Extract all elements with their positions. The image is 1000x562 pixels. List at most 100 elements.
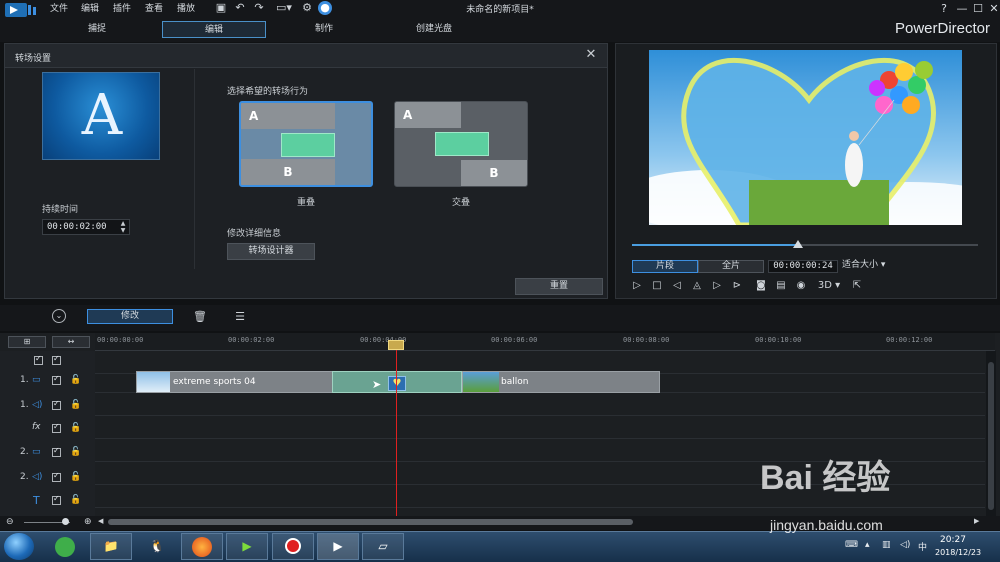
transition-bar xyxy=(281,133,335,157)
timeline-view-icon[interactable]: ⊞ xyxy=(8,336,46,348)
horizontal-scroll-thumb[interactable] xyxy=(108,519,633,525)
preview-timecode[interactable]: 00:00:00:24 xyxy=(768,260,838,273)
scroll-right-icon[interactable]: ▶ xyxy=(974,517,979,525)
lock-icon[interactable]: 🔓 xyxy=(70,375,81,385)
scroll-left-icon[interactable]: ◀ xyxy=(98,517,103,525)
play-icon[interactable]: ▷ xyxy=(630,279,644,293)
fit-size-select[interactable]: 适合大小 ▾ xyxy=(842,260,902,273)
help-button[interactable]: ? xyxy=(936,1,952,17)
expand-toolbar-icon[interactable]: ⌄ xyxy=(52,309,66,323)
stop-icon[interactable]: □ xyxy=(650,279,664,293)
maximize-button[interactable]: ☐ xyxy=(970,1,986,17)
dialog-title-bar: 转场设置 ✕ xyxy=(5,44,607,68)
all-enable-checkbox[interactable] xyxy=(52,354,61,365)
transition-settings-dialog: 转场设置 ✕ A 持续时间 00:00:02:00 ▲ ▼ 选择希望的转场行为 A… xyxy=(4,43,608,299)
input-method-tray-icon[interactable]: 中 xyxy=(918,540,927,553)
mode-bar xyxy=(0,18,1000,42)
zoom-out-icon[interactable]: ⊖ xyxy=(6,517,14,527)
transition-heart-icon[interactable]: ♥ xyxy=(388,376,406,391)
clock-date[interactable]: 2018/12/23 xyxy=(935,548,981,557)
lock-icon[interactable]: 🔓 xyxy=(70,447,81,457)
scrub-progress xyxy=(632,244,798,246)
playhead[interactable] xyxy=(396,340,397,520)
transition-thumbnail: A xyxy=(42,72,160,160)
fit-timeline-icon[interactable]: ↔ xyxy=(52,336,90,348)
tab-edit[interactable]: 编辑 xyxy=(162,21,266,38)
tab-create-disc[interactable]: 创建光盘 xyxy=(382,21,486,38)
track-enable-checkbox[interactable] xyxy=(52,446,61,457)
modify-button[interactable]: 修改 xyxy=(87,309,173,324)
transition-bar xyxy=(435,132,489,156)
mark-in-icon[interactable]: ◬ xyxy=(690,279,704,293)
behavior-crossfade-option[interactable]: A B xyxy=(394,101,528,187)
ruler-tick: 00:00:00:00 xyxy=(97,336,144,344)
subtitle-icon[interactable]: ▤ xyxy=(774,279,788,293)
duration-spinner-icon[interactable]: ▲ ▼ xyxy=(117,220,129,234)
recorder-icon[interactable] xyxy=(272,533,314,560)
window-title: 未命名的新项目* xyxy=(466,5,534,15)
track-enable-checkbox[interactable] xyxy=(52,422,61,433)
preview-panel: 片段 全片 00:00:00:24 适合大小 ▾ ▷ □ ◁ ◬ ▷ ⊳ ◙ ▤… xyxy=(615,43,997,299)
lock-icon[interactable]: 🔓 xyxy=(70,400,81,410)
playhead-marker[interactable] xyxy=(388,340,404,350)
expand-tray-icon[interactable]: ▴ xyxy=(865,540,870,550)
clip-thumbnail xyxy=(137,372,170,392)
volume-icon[interactable]: ◉ xyxy=(794,279,808,293)
file-explorer-icon[interactable]: 📁 xyxy=(90,533,132,560)
lock-icon[interactable]: 🔓 xyxy=(70,472,81,482)
3d-mode-button[interactable]: 3D ▾ xyxy=(816,279,842,293)
transition-designer-button[interactable]: 转场设计器 xyxy=(227,243,315,260)
audio-track-icon: ◁) xyxy=(32,472,43,482)
zoom-slider-handle[interactable] xyxy=(62,518,69,525)
clip-mode-button[interactable]: 片段 xyxy=(632,260,698,273)
scrub-handle[interactable] xyxy=(793,240,803,248)
track-row xyxy=(95,416,985,439)
lock-icon[interactable]: 🔓 xyxy=(70,423,81,433)
ruler-tick: 00:00:08:00 xyxy=(623,336,670,344)
track-enable-checkbox[interactable] xyxy=(52,471,61,482)
movie-mode-button[interactable]: 全片 xyxy=(698,260,764,273)
behavior-overlap-option[interactable]: A B xyxy=(239,101,373,187)
media-app-icon[interactable]: ▶ xyxy=(226,533,268,560)
next-frame-icon[interactable]: ▷ xyxy=(710,279,724,293)
track-row xyxy=(95,393,985,416)
transition-thumbnail-letter-icon: A xyxy=(81,83,123,148)
tab-produce[interactable]: 制作 xyxy=(272,21,376,38)
volume-tray-icon[interactable]: ◁) xyxy=(900,540,910,550)
clip-label: ballon xyxy=(501,377,529,387)
clip-a-bar: A xyxy=(241,103,335,129)
lock-icon[interactable]: 🔓 xyxy=(70,495,81,505)
minimize-button[interactable]: — xyxy=(954,1,970,17)
behavior-crossfade-label: 交叠 xyxy=(451,198,470,208)
ruler-tick: 00:00:12:00 xyxy=(886,336,933,344)
notepad-icon[interactable]: ▱ xyxy=(362,533,404,560)
all-tracks-checkbox[interactable] xyxy=(34,354,43,365)
video-track-icon: ▭ xyxy=(32,375,41,385)
powerdirector-task-icon[interactable]: ▶ xyxy=(317,533,359,560)
duration-label: 持续时间 xyxy=(42,205,79,215)
previous-frame-icon[interactable]: ◁ xyxy=(670,279,684,293)
network-tray-icon[interactable]: ▥ xyxy=(882,540,891,550)
track-enable-checkbox[interactable] xyxy=(52,374,61,385)
vertical-scroll-thumb[interactable] xyxy=(988,362,994,510)
keyboard-tray-icon[interactable]: ⌨ xyxy=(845,540,858,550)
refresh-app-icon[interactable] xyxy=(44,533,86,560)
reset-button[interactable]: 重置 xyxy=(515,278,603,295)
edit-list-icon[interactable]: ☰ xyxy=(232,309,248,325)
close-icon[interactable]: ✕ xyxy=(583,47,599,63)
detach-preview-icon[interactable]: ⇱ xyxy=(850,279,864,293)
track-enable-checkbox[interactable] xyxy=(52,494,61,505)
tab-capture[interactable]: 捕捉 xyxy=(45,21,149,38)
title-track-icon: T xyxy=(33,494,40,507)
close-window-button[interactable]: ✕ xyxy=(986,1,1000,17)
track-enable-checkbox[interactable] xyxy=(52,399,61,410)
zoom-in-icon[interactable]: ⊕ xyxy=(84,517,92,527)
fast-forward-icon[interactable]: ⊳ xyxy=(730,279,744,293)
snapshot-icon[interactable]: ◙ xyxy=(754,279,768,293)
delete-trash-icon[interactable]: 🗑 xyxy=(192,309,208,325)
start-button[interactable] xyxy=(4,533,34,560)
video-clip[interactable]: ballon xyxy=(462,371,660,393)
firefox-icon[interactable] xyxy=(181,533,223,560)
clock-time[interactable]: 20:27 xyxy=(940,535,966,545)
qq-icon[interactable]: 🐧 xyxy=(136,533,178,560)
